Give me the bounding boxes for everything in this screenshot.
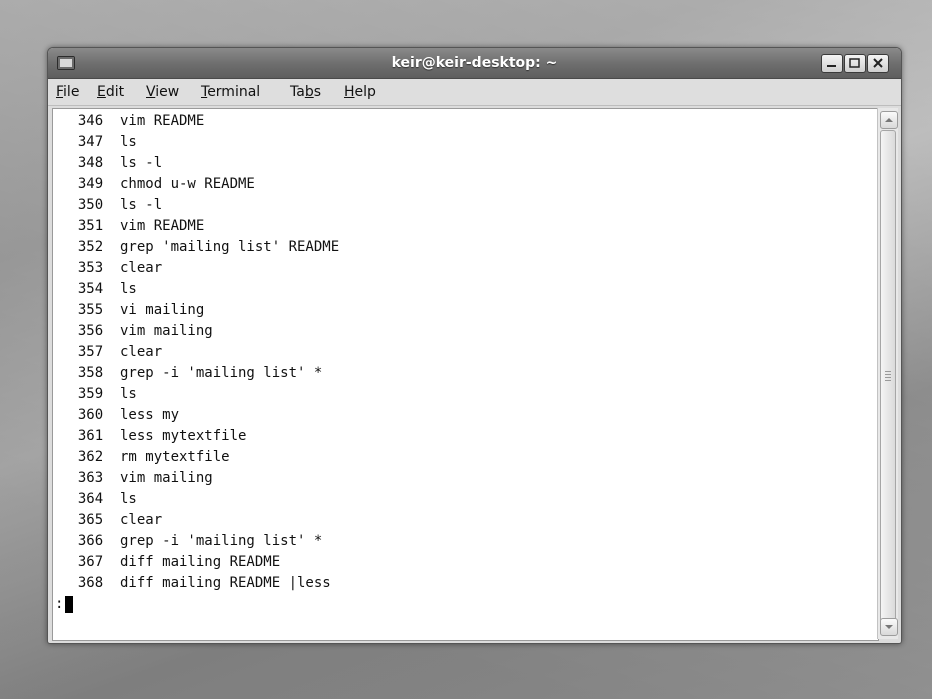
maximize-icon — [849, 58, 860, 68]
history-line: 350 ls -l — [61, 197, 163, 213]
arrow-down-icon — [885, 625, 893, 629]
history-line: 355 vi mailing — [61, 302, 205, 318]
grip-icon — [885, 371, 891, 383]
menu-file[interactable]: File — [56, 79, 79, 105]
terminal-window[interactable]: keir@keir-desktop: ~ File Edit View Term… — [47, 47, 902, 644]
close-button[interactable] — [867, 54, 889, 73]
history-line: 363 vim mailing — [61, 470, 213, 486]
history-line: 365 clear — [61, 512, 163, 528]
history-line: 354 ls — [61, 281, 137, 297]
menu-help-label-rest: elp — [354, 84, 376, 100]
minimize-button[interactable] — [821, 54, 843, 73]
history-line: 352 grep 'mailing list' README — [61, 239, 340, 255]
title-bar[interactable]: keir@keir-desktop: ~ — [48, 48, 901, 79]
history-line: 356 vim mailing — [61, 323, 213, 339]
history-line: 364 ls — [61, 491, 137, 507]
history-line: 349 chmod u-w README — [61, 176, 255, 192]
scroll-down-button[interactable] — [880, 618, 898, 636]
vertical-scrollbar[interactable] — [877, 108, 898, 639]
menu-help[interactable]: Help — [344, 79, 376, 105]
history-line: 362 rm mytextfile — [61, 449, 230, 465]
close-icon — [873, 58, 883, 68]
history-line: 348 ls -l — [61, 155, 163, 171]
menu-tabs-accel: b — [304, 84, 314, 100]
history-line: 353 clear — [61, 260, 163, 276]
menu-tabs-label: Ta — [290, 84, 305, 100]
scrollbar-thumb[interactable] — [880, 130, 896, 622]
history-line: 361 less mytextfile — [61, 428, 247, 444]
menu-view-accel: V — [146, 84, 156, 100]
history-line: 366 grep -i 'mailing list' * — [61, 533, 323, 549]
history-line: 368 diff mailing README |less — [61, 575, 331, 591]
menu-edit-label-rest: dit — [105, 84, 125, 100]
menu-bar: File Edit View Terminal Tabs Help — [48, 79, 901, 106]
scroll-up-button[interactable] — [880, 111, 898, 129]
arrow-up-icon — [885, 118, 893, 122]
pager-prompt: : — [55, 596, 64, 612]
menu-help-accel: H — [344, 84, 355, 100]
history-line: 346 vim README — [61, 113, 205, 129]
minimize-icon — [827, 65, 836, 67]
text-cursor — [65, 596, 73, 613]
history-line: 358 grep -i 'mailing list' * — [61, 365, 323, 381]
menu-tabs-label-rest: s — [313, 84, 322, 100]
history-line: 359 ls — [61, 386, 137, 402]
menu-view[interactable]: View — [146, 79, 179, 105]
menu-file-label-rest: ile — [63, 84, 80, 100]
menu-terminal-label-rest: erminal — [207, 84, 261, 100]
history-line: 357 clear — [61, 344, 163, 360]
history-line: 367 diff mailing README — [61, 554, 281, 570]
history-line: 351 vim README — [61, 218, 205, 234]
menu-terminal[interactable]: Terminal — [201, 79, 260, 105]
history-line: 347 ls — [61, 134, 137, 150]
terminal-output[interactable]: 346 vim README 347 ls 348 ls -l 349 chmo… — [52, 108, 879, 641]
window-title: keir@keir-desktop: ~ — [391, 55, 558, 71]
history-line: 360 less my — [61, 407, 180, 423]
maximize-button[interactable] — [844, 54, 866, 73]
menu-edit[interactable]: Edit — [97, 79, 124, 105]
menu-edit-accel: E — [97, 84, 106, 100]
menu-view-label-rest: iew — [155, 84, 180, 100]
menu-file-accel: F — [56, 84, 64, 100]
menu-tabs[interactable]: Tabs — [290, 79, 321, 105]
